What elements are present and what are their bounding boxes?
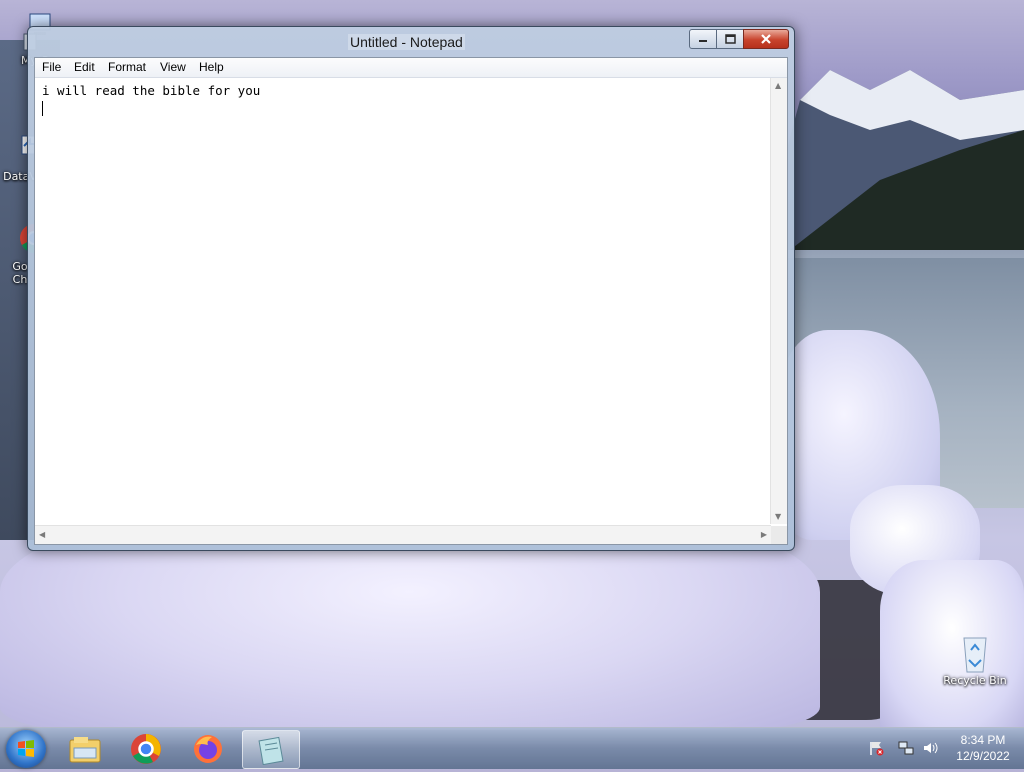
menu-view[interactable]: View	[160, 60, 186, 74]
firefox-icon	[194, 734, 222, 763]
menu-help[interactable]: Help	[199, 60, 224, 74]
horizontal-scrollbar[interactable]: ◀ ▶	[35, 525, 771, 544]
start-button[interactable]	[6, 730, 46, 768]
menu-format[interactable]: Format	[108, 60, 146, 74]
taskbar-clock[interactable]: 8:34 PM 12/9/2022	[950, 732, 1016, 764]
window-title: Untitled - Notepad	[348, 34, 465, 50]
notepad-client-area: File Edit Format View Help i will read t…	[34, 57, 788, 545]
minimize-icon	[699, 40, 707, 42]
taskbar-explorer[interactable]	[57, 730, 113, 767]
editor-content: i will read the bible for you	[42, 83, 261, 98]
scroll-left-icon[interactable]: ◀	[39, 530, 45, 539]
text-caret	[42, 101, 43, 116]
text-editor[interactable]: i will read the bible for you	[35, 78, 771, 524]
vertical-scrollbar[interactable]: ▲ ▼	[770, 78, 787, 524]
notepad-icon	[258, 736, 284, 765]
notepad-window[interactable]: Untitled - Notepad File Edit Format View…	[27, 26, 795, 551]
wallpaper-mountains	[760, 70, 1024, 250]
scroll-up-icon[interactable]: ▲	[775, 81, 781, 90]
desktop-icon-recycle-bin[interactable]: Recycle Bin	[935, 632, 1015, 687]
menu-bar: File Edit Format View Help	[35, 58, 787, 78]
scroll-down-icon[interactable]: ▼	[775, 512, 781, 521]
scroll-right-icon[interactable]: ▶	[761, 530, 767, 539]
chrome-icon	[131, 733, 161, 764]
maximize-button[interactable]	[716, 29, 744, 49]
clock-time: 8:34 PM	[960, 733, 1006, 747]
taskbar-firefox[interactable]	[180, 730, 236, 767]
windows-explorer-icon	[69, 736, 101, 762]
taskbar-chrome[interactable]	[118, 730, 174, 767]
action-center-flag-icon[interactable]	[868, 740, 884, 756]
taskbar-notepad[interactable]	[242, 730, 300, 769]
recycle-bin-icon	[955, 632, 995, 673]
taskbar: 8:34 PM 12/9/2022	[0, 727, 1024, 769]
size-grip[interactable]	[771, 526, 787, 544]
volume-icon[interactable]	[922, 740, 938, 756]
menu-edit[interactable]: Edit	[74, 60, 95, 74]
network-icon[interactable]	[898, 740, 914, 756]
menu-file[interactable]: File	[42, 60, 61, 74]
windows-logo-icon	[18, 740, 34, 757]
clock-date: 12/9/2022	[956, 749, 1010, 763]
title-bar[interactable]: Untitled - Notepad	[28, 27, 794, 57]
maximize-icon	[724, 34, 736, 44]
close-icon	[761, 34, 771, 44]
desktop-icon-label: Recycle Bin	[943, 674, 1007, 687]
minimize-button[interactable]	[689, 29, 717, 49]
close-button[interactable]	[743, 29, 789, 49]
